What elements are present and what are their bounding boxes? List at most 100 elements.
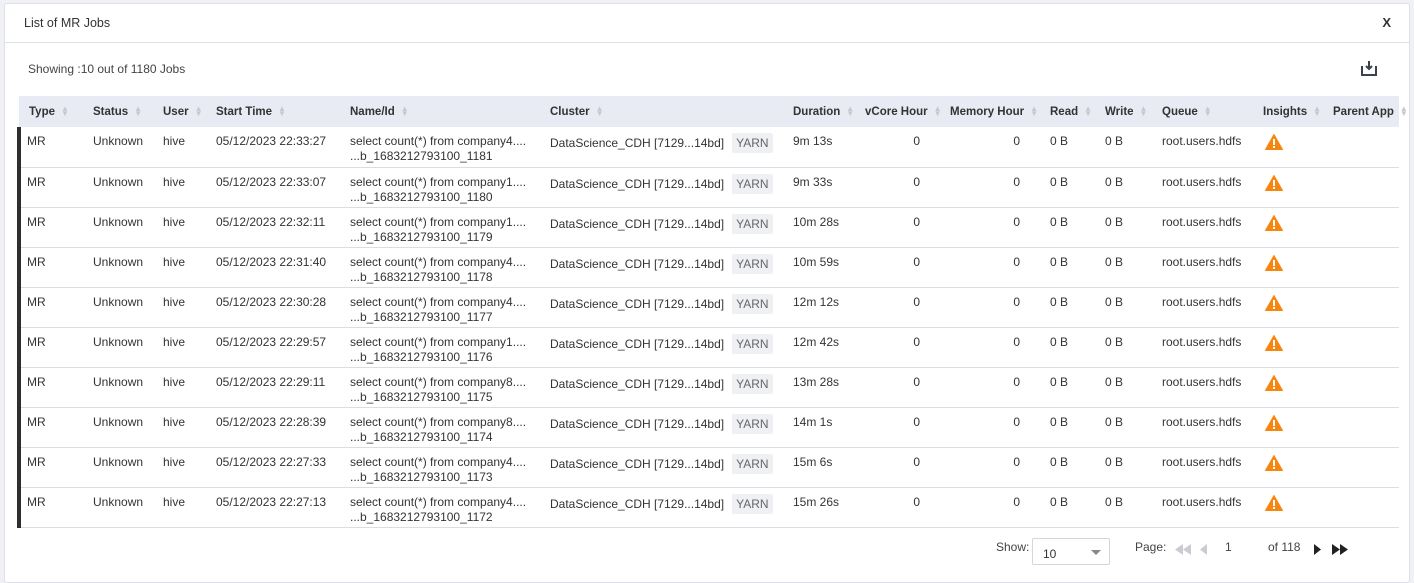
job-name[interactable]: select count(*) from company4.... (350, 295, 526, 309)
cell-queue: root.users.hdfs (1152, 487, 1253, 528)
sort-icon[interactable]: ▲ ▼ (278, 105, 286, 118)
cell-name-id[interactable]: select count(*) from company4.... ...b_16… (340, 287, 540, 328)
sort-icon[interactable]: ▲ ▼ (1084, 105, 1092, 118)
cell-write: 0 B (1095, 207, 1152, 248)
sort-icon[interactable]: ▲ ▼ (1140, 105, 1148, 118)
table-row[interactable]: MR Unknown hive 05/12/2023 22:33:27 select c… (17, 127, 1399, 168)
job-name[interactable]: select count(*) from company4.... (350, 134, 526, 148)
cell-user: hive (153, 207, 206, 248)
cell-insights (1253, 327, 1323, 368)
cell-name-id[interactable]: select count(*) from company1.... ...b_16… (340, 327, 540, 368)
sort-icon[interactable]: ▲ ▼ (61, 105, 69, 118)
warning-icon[interactable] (1265, 254, 1283, 271)
sort-icon[interactable]: ▲ ▼ (846, 105, 854, 118)
cell-name-id[interactable]: select count(*) from company1.... ...b_16… (340, 207, 540, 248)
table-row[interactable]: MR Unknown hive 05/12/2023 22:27:13 select c… (17, 487, 1399, 528)
job-name[interactable]: select count(*) from company8.... (350, 415, 526, 429)
cell-type: MR (17, 247, 83, 288)
cell-name-id[interactable]: select count(*) from company1.... ...b_16… (340, 167, 540, 208)
job-name[interactable]: select count(*) from company1.... (350, 215, 526, 229)
warning-icon[interactable] (1265, 294, 1283, 311)
job-name[interactable]: select count(*) from company4.... (350, 495, 526, 509)
column-header-parent-app[interactable]: Parent App ▲ ▼ (1323, 96, 1408, 127)
column-header-type[interactable]: Type ▲ ▼ (19, 96, 83, 127)
table-row[interactable]: MR Unknown hive 05/12/2023 22:28:39 select c… (17, 407, 1399, 448)
table-row[interactable]: MR Unknown hive 05/12/2023 22:27:33 select c… (17, 447, 1399, 488)
job-name[interactable]: select count(*) from company1.... (350, 175, 526, 189)
table-row[interactable]: MR Unknown hive 05/12/2023 22:31:40 select c… (17, 247, 1399, 288)
warning-icon[interactable] (1265, 134, 1283, 150)
column-header-user[interactable]: User ▲ ▼ (153, 96, 206, 127)
cell-duration: 12m 42s (783, 327, 855, 368)
previous-page-icon[interactable] (1200, 544, 1208, 555)
cell-queue: root.users.hdfs (1152, 447, 1253, 488)
cell-cluster: DataScience_CDH [7129...14bd] YARN (540, 287, 783, 328)
warning-icon[interactable] (1265, 214, 1283, 231)
table-row[interactable]: MR Unknown hive 05/12/2023 22:29:57 select c… (17, 327, 1399, 368)
cell-name-id[interactable]: select count(*) from company8.... ...b_16… (340, 407, 540, 448)
cell-status: Unknown (83, 447, 153, 488)
column-header-vcore-hour[interactable]: vCore Hour ▲ ▼ (855, 96, 942, 127)
cell-start: 05/12/2023 22:27:13 (206, 487, 340, 528)
sort-icon[interactable]: ▲ ▼ (934, 105, 942, 118)
next-page-icon[interactable] (1314, 544, 1322, 555)
warning-icon[interactable] (1265, 414, 1283, 431)
table-row[interactable]: MR Unknown hive 05/12/2023 22:30:28 select c… (17, 287, 1399, 328)
job-name[interactable]: select count(*) from company1.... (350, 335, 526, 349)
sort-icon[interactable]: ▲ ▼ (596, 105, 604, 118)
cell-name-id[interactable]: select count(*) from company4.... ...b_16… (340, 447, 540, 488)
download-icon[interactable] (1360, 59, 1378, 77)
column-header-name-id[interactable]: Name/Id ▲ ▼ (340, 96, 540, 127)
table-row[interactable]: MR Unknown hive 05/12/2023 22:33:07 select c… (17, 167, 1399, 208)
warning-icon[interactable] (1265, 494, 1283, 511)
sort-icon[interactable]: ▲ ▼ (1313, 105, 1321, 118)
column-header-write[interactable]: Write ▲ ▼ (1095, 96, 1152, 127)
sort-icon[interactable]: ▲ ▼ (195, 105, 203, 118)
cell-memory: 0 (940, 367, 1040, 408)
column-header-insights[interactable]: Insights ▲ ▼ (1253, 96, 1323, 127)
cell-name-id[interactable]: select count(*) from company4.... ...b_16… (340, 247, 540, 288)
cell-memory: 0 (940, 167, 1040, 208)
cell-parent-app (1323, 167, 1399, 208)
column-label: Memory Hour (950, 105, 1025, 118)
cell-name-id[interactable]: select count(*) from company4.... ...b_16… (340, 487, 540, 528)
cell-name-id[interactable]: select count(*) from company8.... ...b_16… (340, 367, 540, 408)
cell-cluster: DataScience_CDH [7129...14bd] YARN (540, 367, 783, 408)
job-name[interactable]: select count(*) from company4.... (350, 255, 526, 269)
sort-icon[interactable]: ▲ ▼ (401, 105, 409, 118)
jobs-table: Type ▲ ▼ Status ▲ ▼ User ▲ ▼ Start Time ▲ ▼ Name/Id ▲… (17, 96, 1408, 528)
column-header-duration[interactable]: Duration ▲ ▼ (783, 96, 855, 127)
cluster-name: DataScience_CDH [7129...14bd] (550, 296, 725, 311)
warning-icon[interactable] (1265, 454, 1283, 471)
column-header-start-time[interactable]: Start Time ▲ ▼ (206, 96, 340, 127)
column-header-status[interactable]: Status ▲ ▼ (83, 96, 153, 127)
column-header-queue[interactable]: Queue ▲ ▼ (1152, 96, 1253, 127)
page-size-value: 10 (1043, 547, 1057, 561)
warning-icon[interactable] (1265, 174, 1283, 191)
close-button[interactable]: X (1382, 15, 1391, 30)
page-size-select[interactable]: 10 (1032, 538, 1110, 565)
table-row[interactable]: MR Unknown hive 05/12/2023 22:29:11 select c… (17, 367, 1399, 408)
last-page-icon[interactable] (1332, 544, 1348, 555)
current-page[interactable]: 1 (1225, 540, 1232, 554)
column-header-read[interactable]: Read ▲ ▼ (1040, 96, 1095, 127)
sort-icon[interactable]: ▲ ▼ (1204, 105, 1212, 118)
sort-icon[interactable]: ▲ ▼ (1400, 105, 1408, 118)
cell-start: 05/12/2023 22:31:40 (206, 247, 340, 288)
sort-icon[interactable]: ▲ ▼ (134, 105, 142, 118)
cell-type: MR (17, 447, 83, 488)
cell-name-id[interactable]: select count(*) from company4.... ...b_16… (340, 127, 540, 168)
column-header-cluster[interactable]: Cluster ▲ ▼ (540, 96, 783, 127)
job-name[interactable]: select count(*) from company8.... (350, 375, 526, 389)
warning-icon[interactable] (1265, 374, 1283, 391)
show-label: Show: (996, 540, 1030, 554)
cell-parent-app (1323, 127, 1399, 168)
table-row[interactable]: MR Unknown hive 05/12/2023 22:32:11 select c… (17, 207, 1399, 248)
column-header-memory-hour[interactable]: Memory Hour ▲ ▼ (940, 96, 1040, 127)
warning-icon[interactable] (1265, 334, 1283, 351)
sort-icon[interactable]: ▲ ▼ (1030, 105, 1038, 118)
job-name[interactable]: select count(*) from company4.... (350, 455, 526, 469)
column-label: Queue (1162, 105, 1198, 118)
first-page-icon[interactable] (1175, 544, 1191, 555)
cell-insights (1253, 487, 1323, 528)
